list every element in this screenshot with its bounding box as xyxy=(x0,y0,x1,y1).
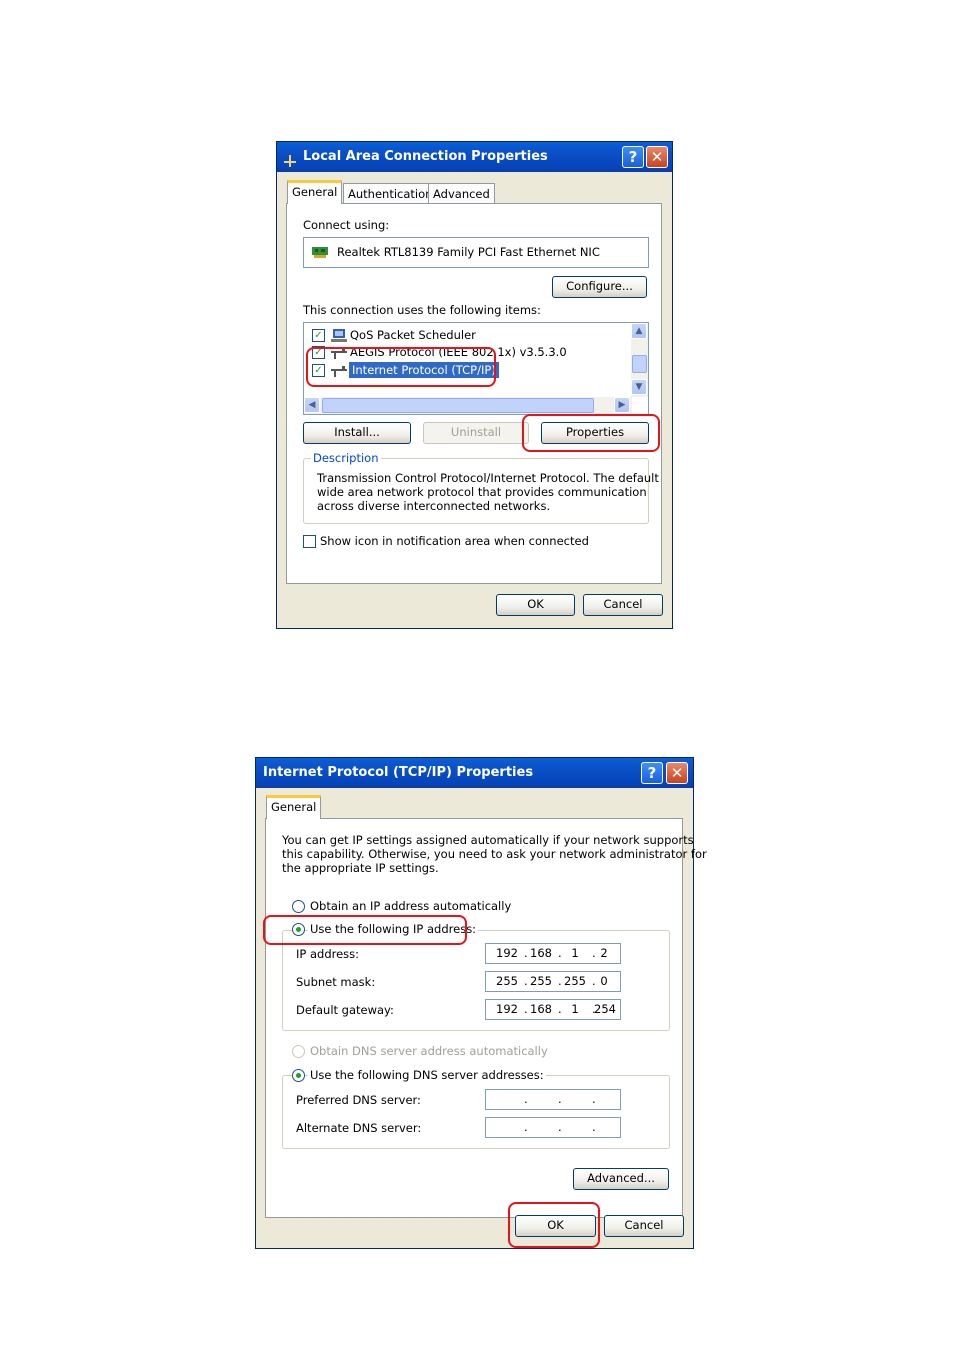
highlight-properties-button xyxy=(522,414,660,452)
obtain-ip-radio[interactable] xyxy=(292,900,305,913)
configure-button[interactable]: Configure... xyxy=(552,276,647,298)
intro-line: You can get IP settings assigned automat… xyxy=(282,833,694,847)
use-dns-label[interactable]: Use the following DNS server addresses: xyxy=(308,1068,546,1082)
tcpip-properties-dialog: Internet Protocol (TCP/IP) Properties ? … xyxy=(255,757,707,1249)
alternate-dns-field[interactable]: ... xyxy=(485,1117,621,1138)
general-panel: Connect using: Realtek RTL8139 Family PC… xyxy=(286,203,662,584)
description-title: Description xyxy=(311,451,381,465)
description-line: Transmission Control Protocol/Internet P… xyxy=(317,471,659,485)
ip-address-label: IP address: xyxy=(296,947,360,961)
scroll-thumb[interactable] xyxy=(632,355,647,373)
cancel-button[interactable]: Cancel xyxy=(604,1215,684,1237)
close-icon[interactable]: ✕ xyxy=(646,146,668,168)
close-icon[interactable]: ✕ xyxy=(666,762,688,784)
preferred-dns-label: Preferred DNS server: xyxy=(296,1093,421,1107)
tab-advanced[interactable]: Advanced xyxy=(428,183,495,204)
intro-line: the appropriate IP settings. xyxy=(282,861,439,875)
dialog-titlebar[interactable]: Local Area Connection Properties ? ✕ xyxy=(277,142,672,172)
subnet-mask-label: Subnet mask: xyxy=(296,975,376,989)
show-icon-checkbox[interactable] xyxy=(303,535,316,548)
obtain-dns-radio[interactable] xyxy=(292,1045,305,1058)
horizontal-scrollbar[interactable]: ◀ ▶ xyxy=(304,397,632,414)
qos-icon xyxy=(331,328,347,343)
obtain-ip-label[interactable]: Obtain an IP address automatically xyxy=(310,899,511,913)
scroll-right-icon[interactable]: ▶ xyxy=(614,397,630,413)
subnet-mask-field[interactable]: 255. 255. 255. 0 xyxy=(485,971,621,992)
description-line: wide area network protocol that provides… xyxy=(317,485,647,499)
intro-line: this capability. Otherwise, you need to … xyxy=(282,847,707,861)
general-panel: You can get IP settings assigned automat… xyxy=(265,818,707,1218)
connection-icon xyxy=(283,150,297,167)
highlight-use-ip-radio xyxy=(263,915,467,945)
tab-general[interactable]: General xyxy=(266,795,322,819)
dialog-titlebar[interactable]: Internet Protocol (TCP/IP) Properties ? … xyxy=(256,758,693,788)
scroll-left-icon[interactable]: ◀ xyxy=(304,397,320,413)
tab-authentication[interactable]: Authentication xyxy=(343,183,438,204)
scroll-down-icon[interactable]: ▼ xyxy=(631,379,647,395)
scroll-thumb[interactable] xyxy=(322,398,594,413)
cancel-button[interactable]: Cancel xyxy=(583,594,663,616)
show-icon-label[interactable]: Show icon in notification area when conn… xyxy=(320,534,589,548)
dialog-title: Local Area Connection Properties xyxy=(303,149,548,164)
tab-general[interactable]: General xyxy=(287,180,343,204)
item-checkbox[interactable]: ✓ xyxy=(312,329,325,342)
vertical-scrollbar[interactable]: ▲ ▼ xyxy=(631,323,648,397)
default-gateway-field[interactable]: 192. 168. 1. 254 xyxy=(485,999,621,1020)
help-icon[interactable]: ? xyxy=(641,762,663,784)
install-button[interactable]: Install... xyxy=(303,422,411,444)
ok-button[interactable]: OK xyxy=(496,594,575,616)
items-label: This connection uses the following items… xyxy=(303,303,541,317)
highlight-tcpip-item xyxy=(306,347,496,387)
nic-icon xyxy=(312,246,328,258)
default-gateway-label: Default gateway: xyxy=(296,1003,394,1017)
adapter-field: Realtek RTL8139 Family PCI Fast Ethernet… xyxy=(303,237,649,268)
dialog-title: Internet Protocol (TCP/IP) Properties xyxy=(263,765,534,780)
advanced-button[interactable]: Advanced... xyxy=(573,1168,669,1190)
list-item[interactable]: ✓ QoS Packet Scheduler xyxy=(312,328,612,344)
uninstall-button[interactable]: Uninstall xyxy=(423,422,529,444)
scroll-up-icon[interactable]: ▲ xyxy=(631,323,647,339)
use-dns-radio[interactable] xyxy=(292,1069,305,1082)
obtain-dns-label[interactable]: Obtain DNS server address automatically xyxy=(310,1044,548,1058)
ip-address-field[interactable]: 192. 168. 1. 2 xyxy=(485,943,621,964)
help-icon[interactable]: ? xyxy=(622,146,644,168)
connect-using-label: Connect using: xyxy=(303,218,390,232)
highlight-ok-button xyxy=(508,1202,600,1248)
adapter-name: Realtek RTL8139 Family PCI Fast Ethernet… xyxy=(337,245,600,259)
description-line: across diverse interconnected networks. xyxy=(317,499,551,513)
alternate-dns-label: Alternate DNS server: xyxy=(296,1121,422,1135)
preferred-dns-field[interactable]: ... xyxy=(485,1089,621,1110)
